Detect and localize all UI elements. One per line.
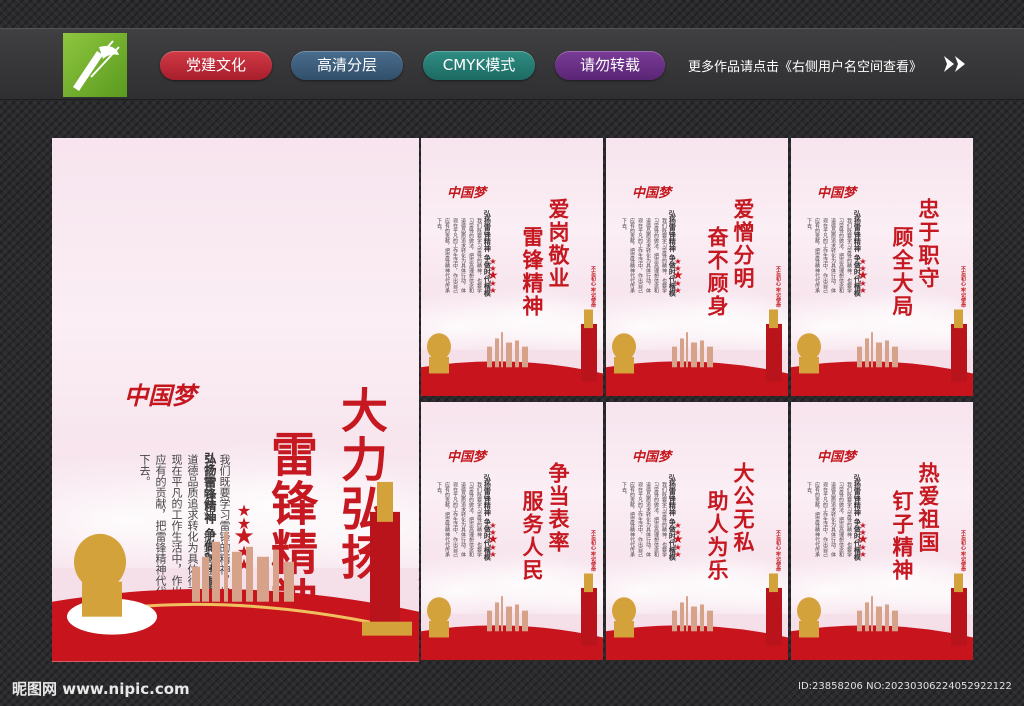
poster-small-2: 中国梦 爱憎分明 奋不顾身 弘扬雷锋精神 争做时代楷模 我们既要学习雷锋的精神，… bbox=[606, 138, 788, 396]
cityscape-lion-illustration bbox=[791, 309, 973, 396]
cityscape-lion-illustration bbox=[52, 482, 419, 662]
star-decoration-icon: ★ ★ ★ ★ ★ bbox=[672, 257, 684, 295]
signature-logo: 中国梦 bbox=[632, 450, 672, 465]
body-text: 我们既要学习雷锋的精神，也要学习雷锋的做法，把崇高理想信念和道德品质追求转化为具… bbox=[436, 218, 482, 293]
poster-small-5: 中国梦 大公无私 助人为乐 弘扬雷锋精神 争做时代楷模 我们既要学习雷锋的精神，… bbox=[606, 402, 788, 660]
headline-primary: 爱岗敬业 bbox=[546, 198, 571, 290]
signature-logo: 中国梦 bbox=[632, 186, 672, 201]
poster-main: 中国梦 大力弘扬 雷锋精神 弘扬雷锋精神 争做时代楷模 我们既要学习雷锋的精神，… bbox=[52, 138, 419, 662]
cityscape-lion-illustration bbox=[791, 573, 973, 660]
tag-cmyk-mode[interactable]: CMYK模式 bbox=[423, 51, 535, 80]
body-text: 我们既要学习雷锋的精神，也要学习雷锋的做法，把崇高理想信念和道德品质追求转化为具… bbox=[621, 482, 667, 557]
tag-hd-layers[interactable]: 高清分层 bbox=[291, 51, 403, 80]
signature-logo: 中国梦 bbox=[124, 381, 196, 410]
poster-small-3: 中国梦 忠于职守 顾全大局 弘扬雷锋精神 争做时代楷模 我们既要学习雷锋的精神，… bbox=[791, 138, 973, 396]
body-text: 我们既要学习雷锋的精神，也要学习雷锋的做法，把崇高理想信念和道德品质追求转化为具… bbox=[621, 218, 667, 293]
double-arrow-right-icon[interactable] bbox=[942, 54, 970, 74]
image-id-label: ID:23858206 NO:20230306224052922122 bbox=[798, 681, 1012, 692]
body-text: 我们既要学习雷锋的精神，也要学习雷锋的做法，把崇高理想信念和道德品质追求转化为具… bbox=[806, 482, 852, 557]
headline-primary: 争当表率 bbox=[546, 462, 571, 554]
star-decoration-icon: ★ ★ ★ ★ ★ bbox=[857, 521, 869, 559]
cityscape-lion-illustration bbox=[606, 573, 788, 660]
star-decoration-icon: ★ ★ ★ ★ ★ bbox=[487, 521, 499, 559]
signature-logo: 中国梦 bbox=[817, 186, 857, 201]
cityscape-lion-illustration bbox=[606, 309, 788, 396]
tag-no-repost[interactable]: 请勿转载 bbox=[555, 51, 665, 80]
brand-logo-icon bbox=[63, 33, 127, 97]
body-text: 我们既要学习雷锋的精神，也要学习雷锋的做法，把崇高理想信念和道德品质追求转化为具… bbox=[436, 482, 482, 557]
cityscape-lion-illustration bbox=[421, 573, 603, 660]
more-works-link[interactable]: 更多作品请点击《右侧用户名空间查看》 bbox=[688, 56, 922, 75]
star-decoration-icon: ★ ★ ★ ★ ★ bbox=[857, 257, 869, 295]
site-watermark: 昵图网 www.nipic.com bbox=[12, 680, 190, 698]
signature-logo: 中国梦 bbox=[447, 186, 487, 201]
poster-small-6: 中国梦 热爱祖国 钉子精神 弘扬雷锋精神 争做时代楷模 我们既要学习雷锋的精神，… bbox=[791, 402, 973, 660]
star-decoration-icon: ★ ★ ★ ★ ★ bbox=[672, 521, 684, 559]
poster-small-1: 中国梦 爱岗敬业 雷锋精神 弘扬雷锋精神 争做时代楷模 我们既要学习雷锋的精神，… bbox=[421, 138, 603, 396]
body-text: 我们既要学习雷锋的精神，也要学习雷锋的做法，把崇高理想信念和道德品质追求转化为具… bbox=[806, 218, 852, 293]
poster-small-4: 中国梦 争当表率 服务人民 弘扬雷锋精神 争做时代楷模 我们既要学习雷锋的精神，… bbox=[421, 402, 603, 660]
headline-primary: 忠于职守 bbox=[916, 198, 941, 290]
signature-logo: 中国梦 bbox=[447, 450, 487, 465]
cityscape-lion-illustration bbox=[421, 309, 603, 396]
headline-primary: 大公无私 bbox=[731, 462, 756, 554]
headline-primary: 爱憎分明 bbox=[731, 198, 756, 290]
star-decoration-icon: ★ ★ ★ ★ ★ bbox=[487, 257, 499, 295]
tag-party-culture[interactable]: 党建文化 bbox=[160, 51, 272, 80]
signature-logo: 中国梦 bbox=[817, 450, 857, 465]
headline-primary: 热爱祖国 bbox=[916, 462, 941, 554]
